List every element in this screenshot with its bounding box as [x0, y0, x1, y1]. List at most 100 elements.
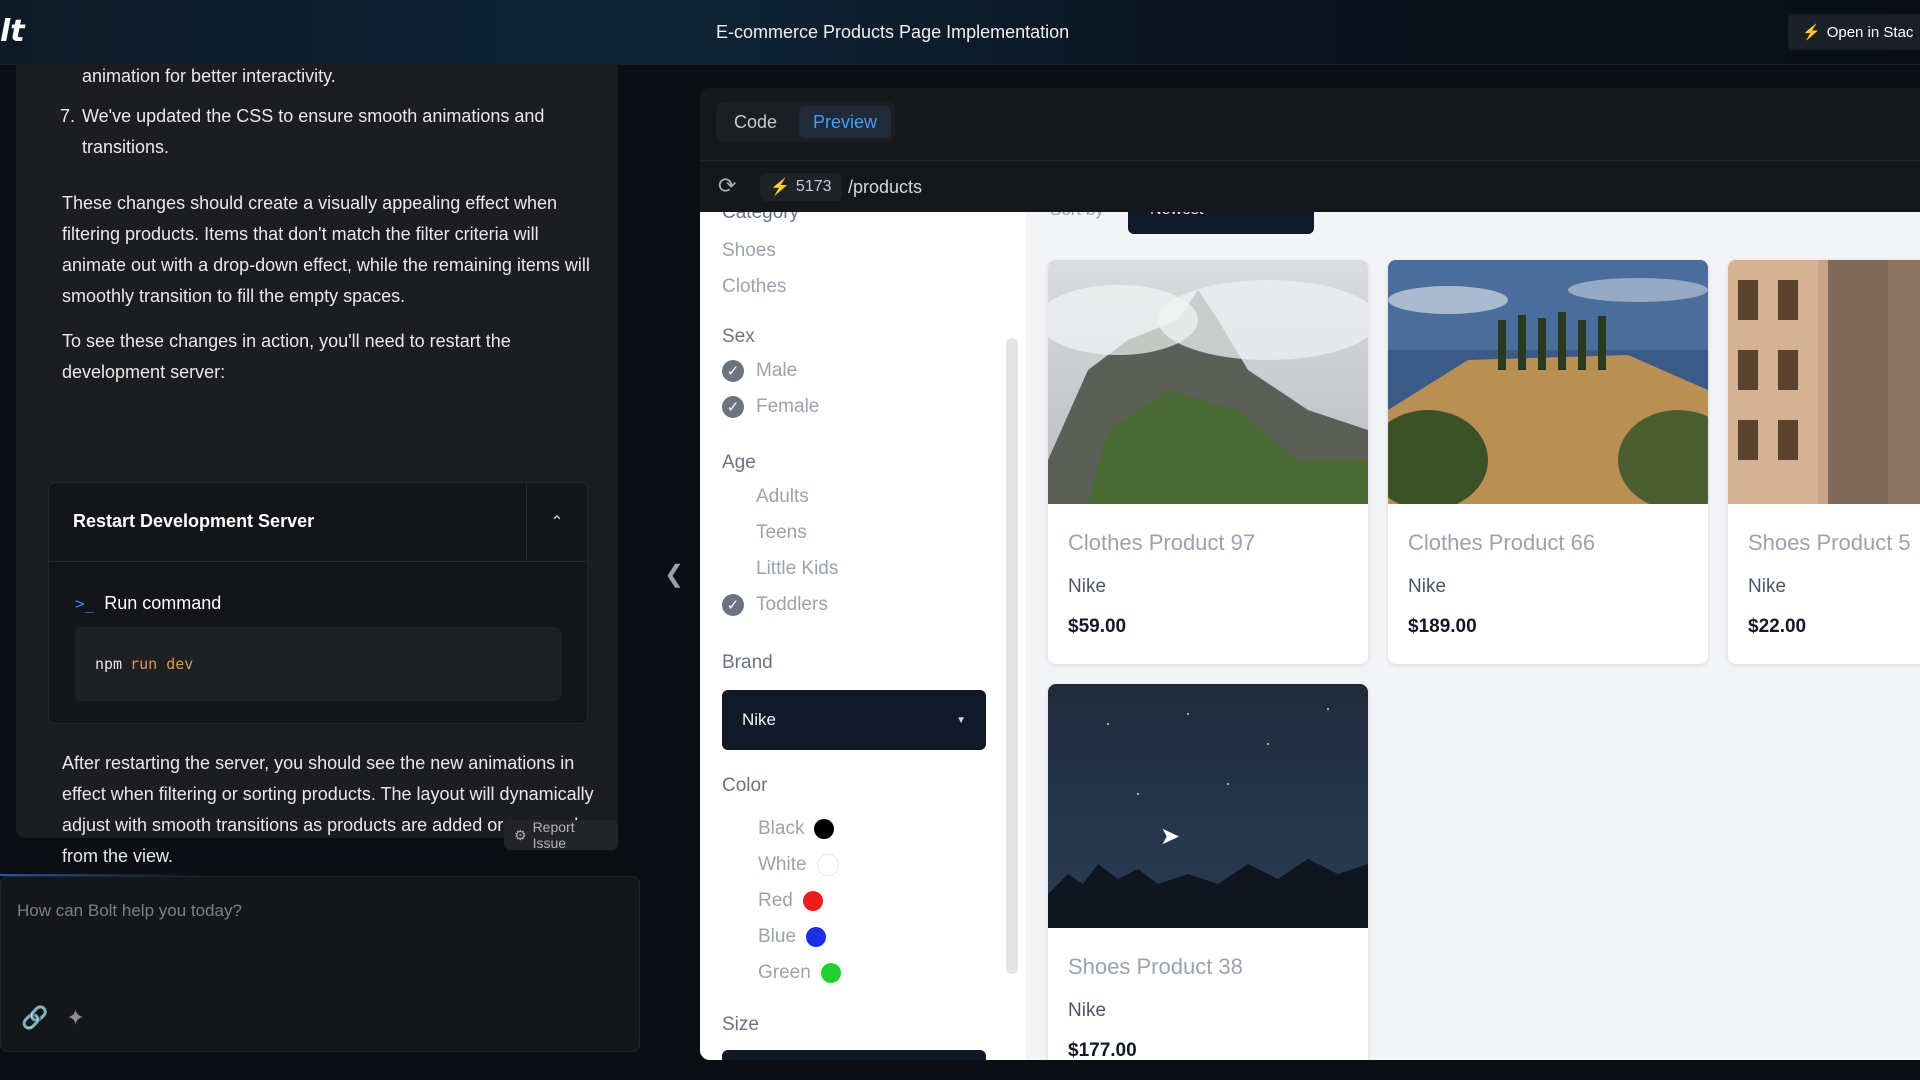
filter-heading-color: Color: [722, 775, 768, 796]
open-button-label: Open in Stac: [1826, 23, 1914, 41]
input-toolbar: 🔗 ✦: [21, 1005, 85, 1031]
color-label: Black: [758, 818, 805, 839]
action-title: Restart Development Server: [73, 511, 315, 531]
report-issue-button[interactable]: ⚙ Report Issue: [504, 819, 618, 851]
category-clothes[interactable]: Clothes: [722, 276, 786, 298]
product-card[interactable]: Clothes Product 97 Nike $59.00: [1048, 260, 1368, 664]
brand-select[interactable]: Nike ▼: [722, 690, 986, 750]
chat-input[interactable]: How can Bolt help you today? 🔗 ✦: [0, 876, 640, 1052]
tab-preview[interactable]: Preview: [799, 106, 892, 138]
chat-line: animation for better interactivity.: [82, 66, 336, 86]
checkbox-adults[interactable]: Adults: [722, 486, 809, 508]
filter-heading-brand: Brand: [722, 652, 773, 673]
attach-link-icon[interactable]: 🔗: [21, 1005, 48, 1031]
filters-sidebar: Category Shoes Clothes Sex ✓ Male ✓ Fema…: [700, 212, 1026, 1060]
product-brand: Nike: [1748, 576, 1787, 597]
size-select[interactable]: [722, 1050, 986, 1060]
brand-select-value: Nike: [742, 710, 777, 729]
checkbox-toddlers[interactable]: ✓ Toddlers: [722, 594, 828, 616]
sparkle-icon[interactable]: ✦: [66, 1005, 84, 1031]
url-bar: ⟳ ⚡ 5173 /products: [700, 160, 1920, 213]
view-tabs: Code Preview: [716, 102, 896, 142]
product-name: Shoes Product 38: [1068, 954, 1243, 979]
preview-panel: Code Preview ⟳ ⚡ 5173 /products Category…: [700, 88, 1920, 1060]
filters-scrollbar[interactable]: [1006, 338, 1018, 974]
sort-label: Sort by: [1050, 212, 1104, 220]
mouse-cursor-icon: ➤: [1160, 823, 1181, 850]
checkbox-empty: [722, 486, 744, 508]
product-price: $177.00: [1068, 1040, 1137, 1060]
product-name: Clothes Product 66: [1408, 530, 1596, 555]
checkbox-female[interactable]: ✓ Female: [722, 396, 819, 418]
products-page: Category Shoes Clothes Sex ✓ Male ✓ Fema…: [700, 212, 1920, 1060]
checkbox-label: Adults: [756, 486, 809, 507]
chat-paragraph: These changes should create a visually a…: [62, 193, 590, 306]
color-label: White: [758, 854, 807, 875]
checkbox-teens[interactable]: Teens: [722, 522, 807, 544]
checkbox-label: Little Kids: [756, 558, 839, 579]
chat-paragraph: After restarting the server, you should …: [62, 753, 594, 866]
product-brand: Nike: [1068, 576, 1107, 597]
product-card[interactable]: Shoes Product 38 Nike $177.00: [1048, 684, 1368, 1060]
check-icon: ✓: [722, 360, 744, 382]
product-price: $189.00: [1408, 616, 1477, 637]
color-option-green[interactable]: Green: [758, 962, 841, 984]
product-card[interactable]: Shoes Product 5 Nike $22.00: [1728, 260, 1920, 664]
reload-icon[interactable]: ⟳: [718, 173, 736, 199]
color-option-red[interactable]: Red: [758, 890, 823, 912]
lightning-icon: ⚡: [1802, 24, 1821, 41]
check-icon: ✓: [722, 594, 744, 616]
color-option-white[interactable]: White: [758, 854, 839, 876]
action-card-header[interactable]: Restart Development Server ⌃: [49, 483, 587, 562]
chat-panel: animation for better interactivity. 7. W…: [16, 64, 618, 866]
chat-paragraph: To see these changes in action, you'll n…: [62, 331, 511, 382]
category-shoes[interactable]: Shoes: [722, 240, 776, 262]
product-brand: Nike: [1068, 1000, 1107, 1021]
command-code: npm run dev: [75, 627, 561, 701]
bolt-logo[interactable]: lt: [0, 14, 25, 49]
tab-code[interactable]: Code: [720, 106, 791, 138]
checkbox-label: Teens: [756, 522, 807, 543]
product-price: $22.00: [1748, 616, 1807, 637]
filter-heading-age: Age: [722, 452, 756, 473]
checkbox-male[interactable]: ✓ Male: [722, 360, 797, 382]
open-in-stackblitz-button[interactable]: ⚡ Open in Stac: [1788, 14, 1920, 50]
color-label: Green: [758, 962, 811, 983]
terminal-icon: >_: [75, 594, 95, 613]
check-icon: ✓: [722, 396, 744, 418]
color-swatch: [814, 819, 835, 839]
report-icon: ⚙: [514, 826, 527, 843]
port-selector[interactable]: ⚡ 5173: [760, 173, 842, 201]
project-title: E-commerce Products Page Implementation: [716, 22, 1070, 42]
product-name: Shoes Product 5: [1748, 530, 1911, 555]
checkbox-little-kids[interactable]: Little Kids: [722, 558, 838, 580]
checkbox-label: Toddlers: [756, 594, 828, 615]
command-keyword: npm: [95, 655, 123, 673]
list-number: 7.: [60, 106, 76, 126]
color-label: Red: [758, 890, 793, 911]
port-number: 5173: [795, 178, 832, 195]
sort-select[interactable]: Newest: [1128, 212, 1314, 234]
product-image: [1048, 684, 1368, 928]
product-image: [1048, 260, 1368, 504]
dropdown-arrow-icon: ▼: [956, 714, 966, 726]
filter-heading-sex: Sex: [722, 326, 755, 347]
chevron-left-icon[interactable]: ❮: [664, 560, 684, 589]
color-swatch: [802, 891, 823, 911]
color-label: Blue: [758, 926, 797, 947]
color-option-black[interactable]: Black: [758, 818, 835, 840]
filter-heading-size: Size: [722, 1014, 759, 1035]
color-swatch: [816, 854, 839, 876]
checkbox-empty: [722, 522, 744, 544]
url-path[interactable]: /products: [848, 177, 922, 198]
top-bar: lt E-commerce Products Page Implementati…: [0, 0, 1920, 65]
checkbox-empty: [722, 558, 744, 580]
product-price: $59.00: [1068, 616, 1127, 637]
chevron-up-icon[interactable]: ⌃: [526, 483, 587, 561]
list-item: We've updated the CSS to ensure smooth a…: [82, 106, 545, 157]
run-label: Run command: [104, 593, 222, 613]
color-option-blue[interactable]: Blue: [758, 926, 827, 948]
color-swatch: [806, 927, 827, 947]
checkbox-label: Female: [756, 396, 820, 417]
product-card[interactable]: Clothes Product 66 Nike $189.00: [1388, 260, 1708, 664]
